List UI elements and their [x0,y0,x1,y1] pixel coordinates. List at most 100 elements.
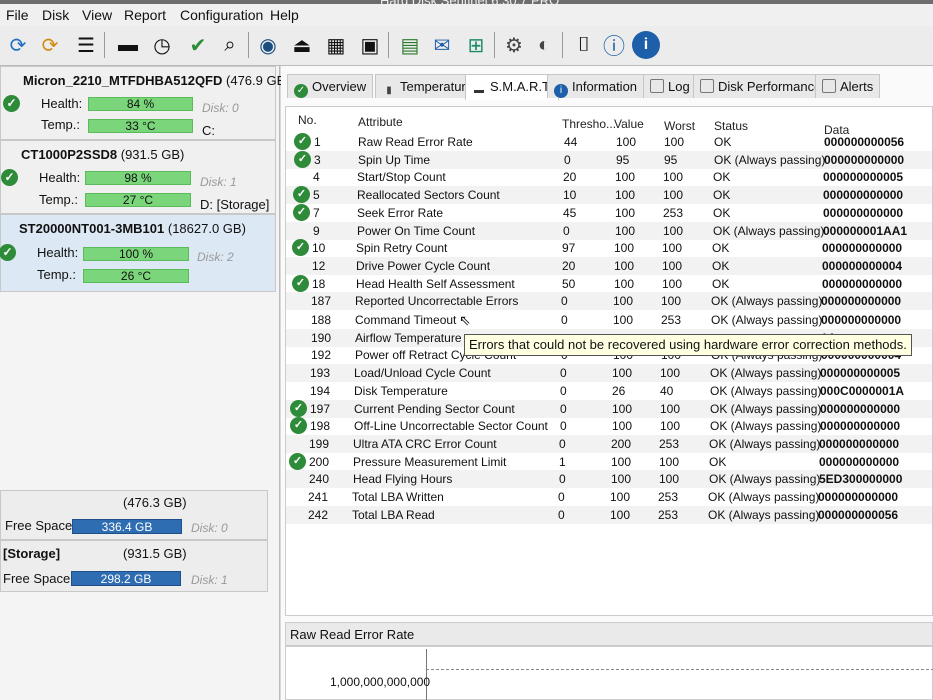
disk-search-icon[interactable]: ⌕ [216,31,244,59]
package-icon[interactable]: ▣ [356,31,384,59]
toolbar: ⟳ ⟳ ☰ ▬ ◷ ✔ ⌕ ◉ ⏏ ▦ ▣ ▤ ✉ ⊞ ⚙ ◐ ⌷ ⓘ i [0,26,933,66]
column-header-attribute[interactable]: Attribute [358,115,403,129]
table-row[interactable]: ✓ 7 Seek Error Rate 45 100 253 OK 000000000000 [286,204,932,222]
mail-icon[interactable]: ✉ [428,31,456,59]
cell-attribute: Airflow Temperature [355,331,462,345]
table-row[interactable]: 240 Head Flying Hours 0 100 100 OK (Always pa… [286,470,932,488]
cell-no: 199 [309,437,330,451]
menu-report[interactable]: Report [124,7,166,23]
eject-icon[interactable]: ⏏ [288,31,316,59]
cell-threshold: 20 [563,170,577,184]
cell-worst: 100 [659,455,680,469]
cell-threshold: 0 [560,402,567,416]
cell-worst: 100 [662,259,683,273]
cell-data: 000000000000 [823,188,904,202]
table-row[interactable]: 199 Ultra ATA CRC Error Count 0 200 253 OK (A… [286,435,932,453]
table-row[interactable]: ✓ 197 Current Pending Sector Count 0 100 100 O… [286,400,932,418]
tab-information[interactable]: i Information [547,74,645,98]
info-icon[interactable]: i [632,31,660,59]
cell-attribute: Spin Up Time [358,153,431,167]
column-header-status[interactable]: Status [714,119,748,133]
cell-worst: 100 [660,419,681,433]
cell-no: 193 [310,366,331,380]
disk-name: Micron_2210_MTFDHBA512QFD (476.9 GB) [23,73,290,88]
menu-help[interactable]: Help [270,7,299,23]
temp-bar: 27 °C [85,193,191,207]
camera-icon[interactable]: ⌷ [570,31,598,59]
menu-disk[interactable]: Disk [42,7,69,23]
gear-icon[interactable]: ⚙ [500,31,528,59]
table-row[interactable]: ✓ 18 Head Health Self Assessment 50 100 100 OK… [286,275,932,293]
tab-smart[interactable]: ▬ S.M.A.R.T. [465,74,560,100]
sound-icon[interactable]: ◐ [530,31,558,59]
report-icon[interactable]: ▤ [396,31,424,59]
menu-view[interactable]: View [82,7,112,23]
help-icon[interactable]: ⓘ [600,31,628,59]
menu-configuration[interactable]: Configuration [180,7,263,23]
column-header-threshold[interactable]: Thresho... [562,117,616,131]
disk-entry-1[interactable]: CT1000P2SSD8 (931.5 GB) ✓ Health: 98 % D… [0,140,276,214]
column-header-value[interactable]: Value [614,117,644,131]
cell-no: 18 [312,277,326,291]
table-row[interactable]: ✓ 3 Spin Up Time 0 95 95 OK (Always passing) 00… [286,151,932,169]
status-ok-icon: ✓ [289,453,306,470]
table-row[interactable]: 12 Drive Power Cycle Count 20 100 100 OK 00000… [286,257,932,275]
table-row[interactable]: 193 Load/Unload Cycle Count 0 100 100 OK (Alw… [286,364,932,382]
cell-attribute: Seek Error Rate [357,206,444,220]
disk-schedule-icon[interactable]: ◷ [148,31,176,59]
cell-status: OK [713,206,731,220]
refresh-icon[interactable]: ⟳ [4,31,32,59]
disk-list-pane: Micron_2210_MTFDHBA512QFD (476.9 GB) ✓ H… [0,66,290,700]
disk-number: Disk: 0 [202,101,239,115]
cell-value: 200 [611,437,632,451]
table-row[interactable]: ✓ 200 Pressure Measurement Limit 1 100 100 OK 0… [286,453,932,471]
table-row[interactable]: 4 Start/Stop Count 20 100 100 OK 000000000005 [286,168,932,186]
table-row[interactable]: 9 Power On Time Count 0 100 100 OK (Always pa… [286,222,932,240]
cell-value: 100 [614,277,635,291]
volume-size: (931.5 GB) [123,546,187,561]
cell-no: 188 [311,313,332,327]
table-row[interactable]: 242 Total LBA Read 0 100 253 OK (Always passi… [286,506,932,524]
table-row[interactable]: ✓ 1 Raw Read Error Rate 44 100 100 OK 000000000… [286,133,932,151]
table-row[interactable]: ✓ 5 Reallocated Sectors Count 10 100 100 OK 000… [286,186,932,204]
column-header-worst[interactable]: Worst [664,119,695,133]
tab-disk-performance[interactable]: Disk Performance [693,74,829,98]
volume-entry-1[interactable]: [Storage] (931.5 GB) Free Space 298.2 GB… [0,540,268,592]
cell-status: OK [712,259,730,273]
cell-data: 000000000000 [822,241,903,255]
cell-value: 95 [616,153,630,167]
disk-number: Disk: 1 [200,175,237,189]
disk-info-icon[interactable]: ◉ [254,31,282,59]
tab-overview[interactable]: ✓ Overview [287,74,374,98]
cell-value: 100 [610,508,631,522]
table-row[interactable]: 194 Disk Temperature 0 26 40 OK (Always passi… [286,382,932,400]
disk-test-icon[interactable]: ▬ [114,31,142,59]
table-row[interactable]: 241 Total LBA Written 0 100 253 OK (Always pa… [286,488,932,506]
cell-attribute: Pressure Measurement Limit [353,455,507,469]
cell-worst: 253 [663,206,684,220]
table-row[interactable]: ✓ 198 Off-Line Uncorrectable Sector Count 0… [286,417,932,435]
disk-entry-0[interactable]: Micron_2210_MTFDHBA512QFD (476.9 GB) ✓ H… [0,66,290,140]
table-row[interactable]: 187 Reported Uncorrectable Errors 0 100 100 O… [286,292,932,310]
tab-log[interactable]: Log [643,74,697,98]
box-icon[interactable]: ▦ [322,31,350,59]
health-ok-icon: ✓ [1,169,18,186]
network-icon[interactable]: ⊞ [462,31,490,59]
table-row[interactable]: ✓ 10 Spin Retry Count 97 100 100 OK 00000000000… [286,239,932,257]
chart-icon [700,79,714,93]
disk-list-icon[interactable]: ☰ [72,31,100,59]
column-header-no[interactable]: No. [298,113,317,127]
disk-verify-icon[interactable]: ✔ [184,31,212,59]
tab-alerts[interactable]: Alerts [815,74,881,98]
disk-entry-2[interactable]: ST20000NT001-3MB101 (18627.0 GB) ✓ Healt… [0,214,276,292]
table-row[interactable]: 188 Command Timeout 0 100 253 OK (Always pass… [286,311,932,329]
menu-file[interactable]: File [6,7,29,23]
cell-no: 187 [311,294,332,308]
cell-status: OK [714,135,732,149]
cell-worst: 253 [659,437,680,451]
cell-threshold: 97 [562,241,576,255]
cell-threshold: 0 [564,153,571,167]
volume-entry-0[interactable]: (476.3 GB) Free Space 336.4 GB Disk: 0 [0,490,268,540]
refresh-all-icon[interactable]: ⟳ [36,31,64,59]
attribute-graph: 1,000,000,000,000 [285,646,933,700]
